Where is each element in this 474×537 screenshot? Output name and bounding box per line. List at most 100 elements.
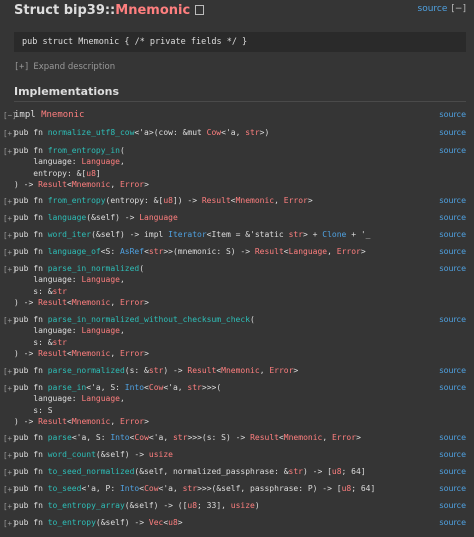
- method-name-parse[interactable]: parse: [48, 433, 72, 442]
- method-name-normalize_utf8_cow[interactable]: normalize_utf8_cow: [48, 128, 135, 137]
- type-link[interactable]: AsRef: [120, 247, 144, 256]
- type-link[interactable]: Result: [187, 366, 216, 375]
- method-name-word_iter[interactable]: word_iter: [48, 230, 91, 239]
- method-name-from_entropy_in[interactable]: from_entropy_in: [48, 146, 120, 155]
- type-link[interactable]: Error: [120, 180, 144, 189]
- signature-text: pub fn: [14, 230, 48, 239]
- type-link[interactable]: Cow: [149, 383, 163, 392]
- type-link[interactable]: Mnemonic: [236, 196, 275, 205]
- type-link[interactable]: Mnemonic: [41, 110, 84, 120]
- type-link[interactable]: Mnemonic: [72, 417, 111, 426]
- source-link-normalize_utf8_cow[interactable]: source: [439, 128, 466, 137]
- type-link[interactable]: u8: [332, 467, 342, 476]
- source-link-language[interactable]: source: [439, 213, 466, 222]
- method-name-language_of[interactable]: language_of: [48, 247, 101, 256]
- expand-description[interactable]: [+] Expand description: [14, 62, 115, 72]
- source-link-to_seed[interactable]: source: [439, 484, 466, 493]
- type-link[interactable]: Result: [38, 417, 67, 426]
- copy-icon[interactable]: [195, 5, 205, 15]
- type-link[interactable]: Into: [110, 433, 129, 442]
- collapse-all-toggle[interactable]: [−]: [451, 4, 466, 14]
- source-link-language_of[interactable]: source: [439, 247, 466, 256]
- method-name-parse_in_normalized_without_checksum_check[interactable]: parse_in_normalized_without_checksum_che…: [48, 315, 250, 324]
- type-link[interactable]: Error: [120, 417, 144, 426]
- method-name-parse_in[interactable]: parse_in: [48, 383, 87, 392]
- type-link[interactable]: str: [245, 128, 259, 137]
- type-link[interactable]: Language: [81, 394, 120, 403]
- type-link[interactable]: Error: [120, 349, 144, 358]
- type-link[interactable]: str: [187, 383, 201, 392]
- type-link[interactable]: Mnemonic: [284, 433, 323, 442]
- method-name-to_entropy_array[interactable]: to_entropy_array: [48, 501, 125, 510]
- source-link-parse_in[interactable]: source: [439, 383, 466, 392]
- type-link[interactable]: Language: [81, 326, 120, 335]
- source-link-parse_in_normalized[interactable]: source: [439, 264, 466, 273]
- type-link[interactable]: u8: [342, 484, 352, 493]
- type-link[interactable]: str: [183, 484, 197, 493]
- type-link[interactable]: usize: [149, 450, 173, 459]
- source-link-to_entropy_array[interactable]: source: [439, 501, 466, 510]
- type-link[interactable]: Error: [120, 298, 144, 307]
- type-link[interactable]: Iterator: [168, 230, 207, 239]
- type-link[interactable]: Error: [337, 247, 361, 256]
- type-link[interactable]: Result: [38, 349, 67, 358]
- type-link[interactable]: Language: [81, 275, 120, 284]
- type-link[interactable]: str: [149, 366, 163, 375]
- method-name-to_seed[interactable]: to_seed: [48, 484, 82, 493]
- source-link-word_iter[interactable]: source: [439, 230, 466, 239]
- method-name-from_entropy[interactable]: from_entropy: [48, 196, 106, 205]
- type-link[interactable]: Mnemonic: [72, 298, 111, 307]
- type-link[interactable]: Error: [332, 433, 356, 442]
- type-link[interactable]: str: [53, 338, 67, 347]
- type-link[interactable]: Result: [38, 298, 67, 307]
- expand-toggle[interactable]: [+]: [14, 62, 29, 72]
- type-link[interactable]: Result: [250, 433, 279, 442]
- source-link-word_count[interactable]: source: [439, 450, 466, 459]
- source-link-parse[interactable]: source: [439, 433, 466, 442]
- type-link[interactable]: Language: [289, 247, 328, 256]
- method-name-to_entropy[interactable]: to_entropy: [48, 518, 96, 527]
- type-link[interactable]: str: [149, 247, 163, 256]
- signature-text: ,: [259, 366, 270, 375]
- type-link[interactable]: Error: [284, 196, 308, 205]
- type-link[interactable]: Language: [81, 157, 120, 166]
- type-link[interactable]: Error: [269, 366, 293, 375]
- type-link[interactable]: Mnemonic: [72, 180, 111, 189]
- method-name-parse_in_normalized[interactable]: parse_in_normalized: [48, 264, 140, 273]
- type-link[interactable]: Result: [255, 247, 284, 256]
- type-link[interactable]: str: [289, 467, 303, 476]
- type-link[interactable]: Mnemonic: [72, 349, 111, 358]
- method-name-parse_normalized[interactable]: parse_normalized: [48, 366, 125, 375]
- type-link[interactable]: u8: [86, 169, 96, 178]
- type-link[interactable]: Cow: [134, 433, 148, 442]
- method-name-word_count[interactable]: word_count: [48, 450, 96, 459]
- type-link[interactable]: Cow: [207, 128, 221, 137]
- method-name-to_seed_normalized[interactable]: to_seed_normalized: [48, 467, 135, 476]
- source-link-to_seed_normalized[interactable]: source: [439, 467, 466, 476]
- type-link[interactable]: str: [289, 230, 303, 239]
- type-link[interactable]: Into: [125, 383, 144, 392]
- type-link[interactable]: usize: [231, 501, 255, 510]
- type-link[interactable]: u8: [168, 518, 178, 527]
- source-link-from_entropy_in[interactable]: source: [439, 146, 466, 155]
- type-link[interactable]: Mnemonic: [221, 366, 260, 375]
- type-link[interactable]: Vec: [149, 518, 163, 527]
- source-link-impl[interactable]: source: [439, 110, 466, 119]
- type-link[interactable]: u8: [163, 196, 173, 205]
- type-link[interactable]: u8: [187, 501, 197, 510]
- type-link[interactable]: Into: [120, 484, 139, 493]
- type-link[interactable]: Result: [202, 196, 231, 205]
- type-link[interactable]: str: [53, 287, 67, 296]
- type-link[interactable]: str: [173, 433, 187, 442]
- method-name-language[interactable]: language: [48, 213, 87, 222]
- type-link[interactable]: Result: [38, 180, 67, 189]
- source-link-from_entropy[interactable]: source: [439, 196, 466, 205]
- type-link[interactable]: Cow: [144, 484, 158, 493]
- source-link-parse_normalized[interactable]: source: [439, 366, 466, 375]
- source-link[interactable]: source: [418, 4, 448, 14]
- signature-text: (&self) ->: [95, 518, 149, 527]
- source-link-parse_in_normalized_without_checksum_check[interactable]: source: [439, 315, 466, 324]
- type-link[interactable]: Language: [139, 213, 178, 222]
- type-link[interactable]: Clone: [322, 230, 346, 239]
- source-link-to_entropy[interactable]: source: [439, 518, 466, 527]
